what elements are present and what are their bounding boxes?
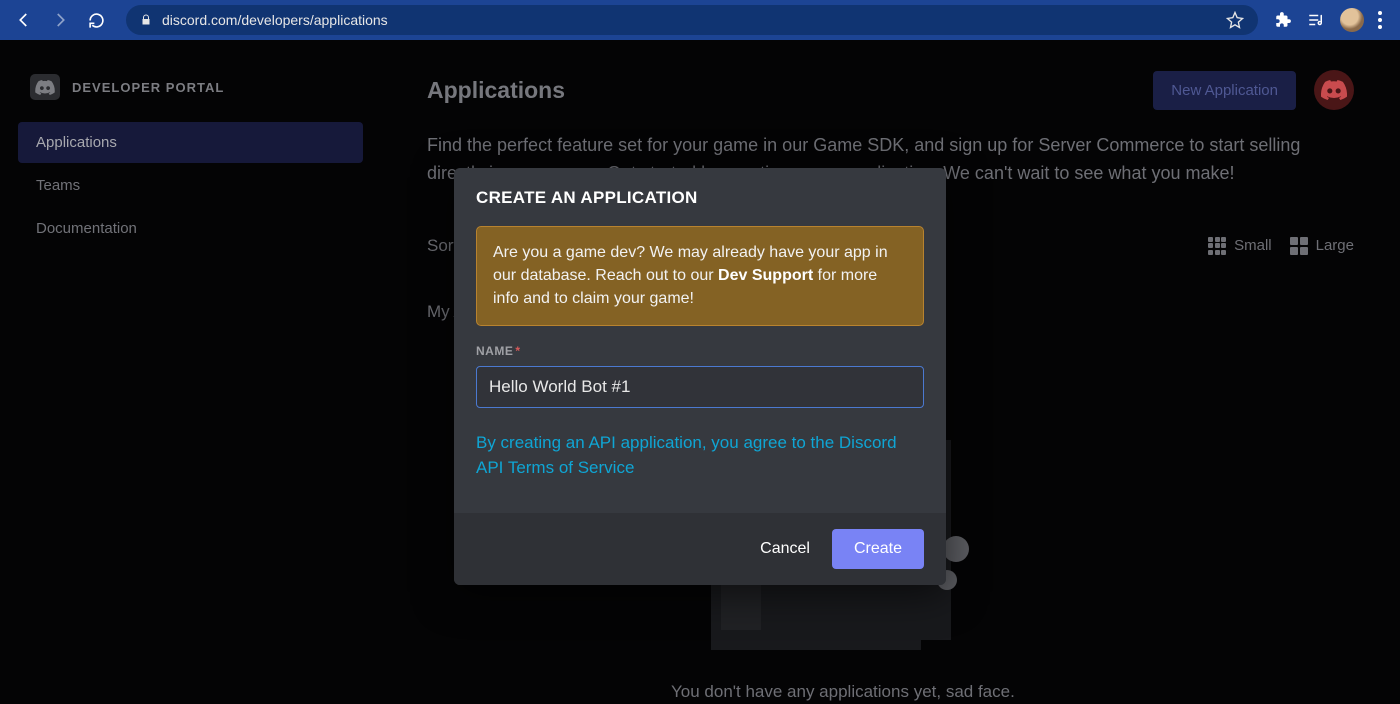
- create-application-modal: CREATE AN APPLICATION Are you a game dev…: [454, 168, 946, 585]
- url-text: discord.com/developers/applications: [162, 12, 1216, 28]
- dev-support-link[interactable]: Dev Support: [718, 267, 813, 284]
- menu-icon[interactable]: [1378, 11, 1382, 29]
- forward-button[interactable]: [46, 6, 74, 34]
- name-field-label: NAME*: [476, 344, 924, 358]
- star-icon[interactable]: [1226, 11, 1244, 29]
- lock-icon: [140, 13, 152, 27]
- profile-avatar[interactable]: [1340, 8, 1364, 32]
- name-input[interactable]: [476, 366, 924, 408]
- extensions-icon[interactable]: [1274, 11, 1292, 29]
- modal-backdrop[interactable]: CREATE AN APPLICATION Are you a game dev…: [0, 40, 1400, 704]
- address-bar[interactable]: discord.com/developers/applications: [126, 5, 1258, 35]
- reload-button[interactable]: [82, 6, 110, 34]
- cancel-button[interactable]: Cancel: [760, 529, 810, 569]
- create-button[interactable]: Create: [832, 529, 924, 569]
- media-icon[interactable]: [1306, 11, 1326, 29]
- modal-title: CREATE AN APPLICATION: [476, 188, 924, 208]
- game-dev-callout: Are you a game dev? We may already have …: [476, 226, 924, 326]
- back-button[interactable]: [10, 6, 38, 34]
- browser-toolbar: discord.com/developers/applications: [0, 0, 1400, 40]
- tos-text[interactable]: By creating an API application, you agre…: [476, 430, 924, 481]
- browser-right-icons: [1274, 8, 1390, 32]
